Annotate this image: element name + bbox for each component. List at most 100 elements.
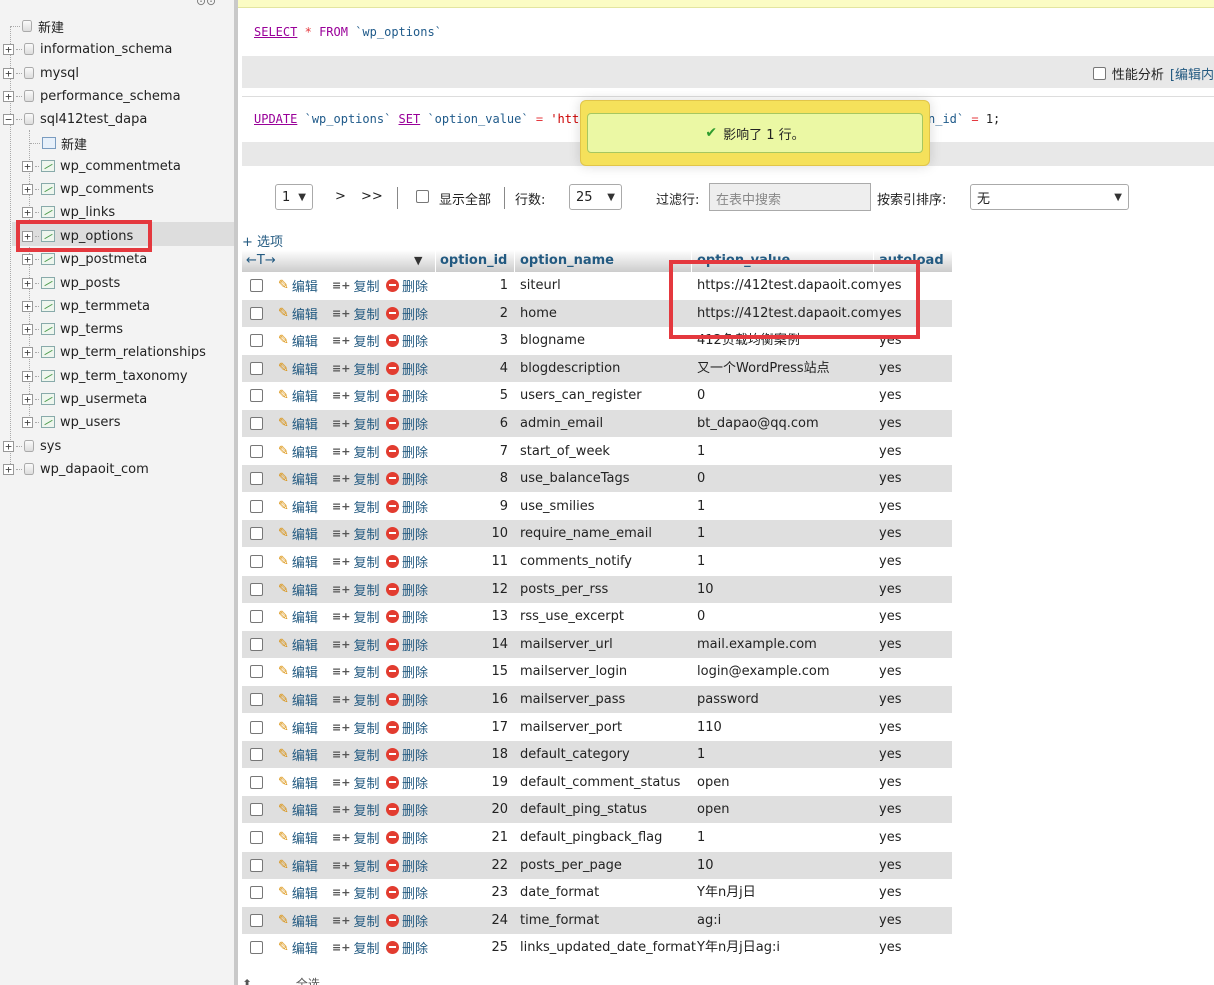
row-edit-button[interactable]: ✎ 编辑: [278, 714, 318, 741]
cell-autoload[interactable]: yes: [879, 824, 901, 851]
table-row[interactable]: ✎ 编辑 ≡+ 复制 删除 23 date_format Y年n月j日 yes: [242, 879, 952, 906]
cell-option-id[interactable]: 12: [440, 576, 508, 603]
table-row[interactable]: ✎ 编辑 ≡+ 复制 删除 24 time_format ag:i yes: [242, 907, 952, 934]
row-checkbox[interactable]: [250, 665, 263, 678]
cell-option-name[interactable]: comments_notify: [520, 548, 632, 575]
row-delete-button[interactable]: 删除: [386, 520, 428, 547]
tree-table-wp-terms[interactable]: + wp_terms: [22, 318, 123, 340]
row-edit-button[interactable]: ✎ 编辑: [278, 327, 318, 354]
row-edit-button[interactable]: ✎ 编辑: [278, 603, 318, 630]
row-copy-button[interactable]: ≡+ 复制: [332, 879, 379, 906]
tree-table-wp-users[interactable]: + wp_users: [22, 411, 121, 433]
cell-option-id[interactable]: 24: [440, 907, 508, 934]
row-delete-button[interactable]: 删除: [386, 438, 428, 465]
cell-autoload[interactable]: yes: [879, 796, 901, 823]
expand-icon[interactable]: +: [22, 277, 33, 289]
row-delete-button[interactable]: 删除: [386, 658, 428, 685]
row-delete-button[interactable]: 删除: [386, 300, 428, 327]
tree-table-wp-term-taxonomy[interactable]: + wp_term_taxonomy: [22, 365, 188, 387]
column-header-option-id[interactable]: option_id: [440, 250, 507, 272]
row-checkbox[interactable]: [250, 500, 263, 513]
cell-option-name[interactable]: posts_per_rss: [520, 576, 608, 603]
table-row[interactable]: ✎ 编辑 ≡+ 复制 删除 15 mailserver_login login@example…: [242, 658, 952, 685]
row-copy-button[interactable]: ≡+ 复制: [332, 603, 379, 630]
expand-icon[interactable]: +: [22, 393, 33, 405]
cell-autoload[interactable]: yes: [879, 493, 901, 520]
table-row[interactable]: ✎ 编辑 ≡+ 复制 删除 4 blogdescription 又一个WordPress站点 y…: [242, 355, 952, 382]
cell-option-id[interactable]: 9: [440, 493, 508, 520]
row-checkbox[interactable]: [250, 803, 263, 816]
db-name[interactable]: performance_schema: [40, 89, 181, 104]
row-delete-button[interactable]: 删除: [386, 548, 428, 575]
row-copy-button[interactable]: ≡+ 复制: [332, 576, 379, 603]
row-copy-button[interactable]: ≡+ 复制: [332, 300, 379, 327]
table-name[interactable]: wp_termmeta: [60, 299, 150, 314]
tree-table-wp-term-relationships[interactable]: + wp_term_relationships: [22, 341, 206, 363]
cell-autoload[interactable]: yes: [879, 686, 901, 713]
row-delete-button[interactable]: 删除: [386, 355, 428, 382]
tree-db-information-schema[interactable]: + information_schema: [3, 38, 172, 60]
row-edit-button[interactable]: ✎ 编辑: [278, 465, 318, 492]
cell-option-value[interactable]: password: [697, 686, 759, 713]
tree-table-wp-posts[interactable]: + wp_posts: [22, 272, 120, 294]
row-edit-button[interactable]: ✎ 编辑: [278, 520, 318, 547]
row-checkbox[interactable]: [250, 334, 263, 347]
expand-icon[interactable]: +: [22, 253, 33, 265]
row-delete-button[interactable]: 删除: [386, 465, 428, 492]
cell-autoload[interactable]: yes: [879, 382, 901, 409]
expand-icon[interactable]: +: [3, 43, 14, 55]
db-name[interactable]: mysql: [40, 66, 79, 81]
cell-option-name[interactable]: default_ping_status: [520, 796, 647, 823]
row-checkbox[interactable]: [250, 279, 263, 292]
table-row[interactable]: ✎ 编辑 ≡+ 复制 删除 8 use_balanceTags 0 yes: [242, 465, 952, 492]
cell-option-value[interactable]: open: [697, 769, 729, 796]
table-name[interactable]: wp_posts: [60, 276, 120, 291]
row-checkbox[interactable]: [250, 389, 263, 402]
table-row[interactable]: ✎ 编辑 ≡+ 复制 删除 19 default_comment_status open yes: [242, 769, 952, 796]
row-edit-button[interactable]: ✎ 编辑: [278, 382, 318, 409]
table-row[interactable]: ✎ 编辑 ≡+ 复制 删除 20 default_ping_status open yes: [242, 796, 952, 823]
row-delete-button[interactable]: 删除: [386, 879, 428, 906]
cell-option-name[interactable]: default_category: [520, 741, 630, 768]
row-copy-button[interactable]: ≡+ 复制: [332, 769, 379, 796]
last-page-button[interactable]: >>: [361, 189, 383, 204]
cell-autoload[interactable]: yes: [879, 769, 901, 796]
row-copy-button[interactable]: ≡+ 复制: [332, 824, 379, 851]
table-row[interactable]: ✎ 编辑 ≡+ 复制 删除 22 posts_per_page 10 yes: [242, 852, 952, 879]
expand-icon[interactable]: +: [3, 463, 14, 475]
row-checkbox[interactable]: [250, 859, 263, 872]
table-row[interactable]: ✎ 编辑 ≡+ 复制 删除 5 users_can_register 0 yes: [242, 382, 952, 409]
cell-option-value[interactable]: open: [697, 796, 729, 823]
row-copy-button[interactable]: ≡+ 复制: [332, 686, 379, 713]
cell-option-name[interactable]: mailserver_pass: [520, 686, 625, 713]
table-row[interactable]: ✎ 编辑 ≡+ 复制 删除 7 start_of_week 1 yes: [242, 438, 952, 465]
table-name[interactable]: wp_usermeta: [60, 392, 147, 407]
row-checkbox[interactable]: [250, 748, 263, 761]
row-delete-button[interactable]: 删除: [386, 769, 428, 796]
cell-option-id[interactable]: 14: [440, 631, 508, 658]
cell-autoload[interactable]: yes: [879, 852, 901, 879]
table-row[interactable]: ✎ 编辑 ≡+ 复制 删除 12 posts_per_rss 10 yes: [242, 576, 952, 603]
filter-rows-input[interactable]: 在表中搜索: [709, 183, 871, 211]
row-edit-button[interactable]: ✎ 编辑: [278, 493, 318, 520]
row-edit-button[interactable]: ✎ 编辑: [278, 300, 318, 327]
table-name[interactable]: wp_term_relationships: [60, 345, 206, 360]
row-edit-button[interactable]: ✎ 编辑: [278, 658, 318, 685]
cell-option-value[interactable]: 0: [697, 465, 705, 492]
row-delete-button[interactable]: 删除: [386, 714, 428, 741]
cell-option-name[interactable]: use_smilies: [520, 493, 595, 520]
table-row[interactable]: ✎ 编辑 ≡+ 复制 删除 11 comments_notify 1 yes: [242, 548, 952, 575]
row-copy-button[interactable]: ≡+ 复制: [332, 410, 379, 437]
cell-option-name[interactable]: time_format: [520, 907, 599, 934]
row-copy-button[interactable]: ≡+ 复制: [332, 658, 379, 685]
cell-option-name[interactable]: require_name_email: [520, 520, 652, 547]
expand-icon[interactable]: +: [22, 346, 33, 358]
table-name[interactable]: wp_term_taxonomy: [60, 369, 188, 384]
expand-icon[interactable]: +: [22, 160, 33, 172]
cell-option-value[interactable]: 0: [697, 603, 705, 630]
row-delete-button[interactable]: 删除: [386, 382, 428, 409]
cell-autoload[interactable]: yes: [879, 879, 901, 906]
db-name[interactable]: sys: [40, 439, 61, 454]
cell-option-id[interactable]: 20: [440, 796, 508, 823]
cell-option-name[interactable]: home: [520, 300, 557, 327]
